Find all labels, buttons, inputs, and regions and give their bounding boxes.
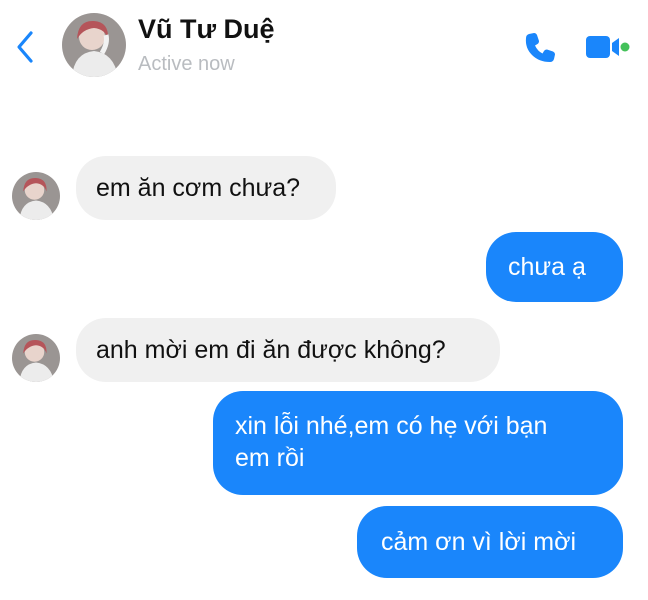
sender-avatar[interactable] xyxy=(12,172,60,220)
back-button[interactable] xyxy=(10,28,40,66)
message-bubble-outgoing[interactable]: cảm ơn vì lời mời xyxy=(357,506,623,578)
message-text: cảm ơn vì lời mời xyxy=(381,528,577,556)
video-camera-icon xyxy=(586,36,630,58)
contact-avatar[interactable] xyxy=(62,13,126,77)
avatar-image xyxy=(12,172,60,220)
message-text: anh mời em đi ăn được không? xyxy=(96,336,446,364)
message-bubble-outgoing[interactable]: xin lỗi nhé,em có hẹ với bạn em rồi xyxy=(213,391,623,495)
message-bubble-outgoing[interactable]: chưa ạ xyxy=(486,232,623,302)
chat-screen: Vũ Tư Duệ Active now em ăn cơm chưa? chư… xyxy=(0,0,648,600)
message-bubble-incoming[interactable]: anh mời em đi ăn được không? xyxy=(76,318,500,382)
message-text: xin lỗi nhé,em có hẹ với bạn em rồi xyxy=(235,412,548,472)
avatar-image xyxy=(62,13,126,77)
active-status: Active now xyxy=(138,53,235,75)
sender-avatar[interactable] xyxy=(12,334,60,382)
message-text: em ăn cơm chưa? xyxy=(96,174,301,202)
avatar-image xyxy=(12,334,60,382)
video-call-button[interactable] xyxy=(585,34,631,60)
online-dot-icon xyxy=(620,42,630,52)
message-text: chưa ạ xyxy=(508,253,586,281)
message-bubble-incoming[interactable]: em ăn cơm chưa? xyxy=(76,156,336,220)
phone-icon xyxy=(525,33,555,62)
chevron-left-icon xyxy=(17,31,33,63)
contact-name[interactable]: Vũ Tư Duệ xyxy=(138,14,275,45)
voice-call-button[interactable] xyxy=(522,30,558,66)
